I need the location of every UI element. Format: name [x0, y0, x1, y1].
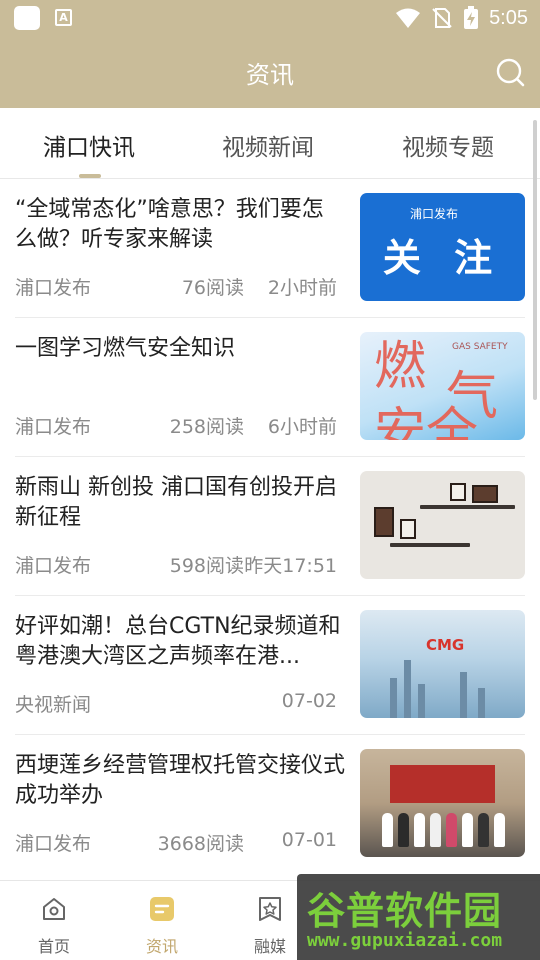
news-time: 2小时前 — [267, 277, 337, 299]
shelf-shape — [420, 505, 515, 509]
person-shape — [446, 813, 457, 847]
thumb-art: 燃 — [374, 337, 427, 397]
tab-bar: 浦口快讯 视频新闻 视频专题 — [0, 112, 540, 179]
search-icon[interactable] — [494, 56, 526, 88]
news-thumbnail — [360, 471, 525, 579]
status-bar: A 5:05 — [0, 0, 540, 36]
frame-shape — [472, 485, 498, 503]
news-title: 好评如潮！总台CGTN纪录频道和粤港澳大湾区之声频率在港... — [15, 614, 341, 669]
news-time: 07-01 — [281, 829, 337, 851]
building-shape — [478, 688, 485, 718]
news-item[interactable]: 新雨山 新创投 浦口国有创投开启新征程 浦口发布 598阅读 昨天17:51 — [0, 457, 540, 596]
person-shape — [398, 813, 409, 847]
banner-shape — [390, 765, 495, 803]
app-header: 资讯 — [0, 36, 540, 108]
frame-shape — [374, 507, 394, 537]
tab-active-indicator — [79, 174, 101, 178]
news-thumbnail: CMG — [360, 610, 525, 718]
clock: 5:05 — [489, 6, 528, 29]
news-time: 07-02 — [281, 690, 337, 712]
shelf-shape — [390, 543, 470, 547]
thumb-caption: GAS SAFETY — [452, 342, 508, 352]
page-title: 资讯 — [246, 61, 294, 89]
watermark-title: 谷普软件园 — [307, 889, 503, 933]
building-shape — [418, 684, 425, 718]
thumb-logo: 浦口发布 — [410, 207, 459, 221]
watermark-url: www.gupuxiazai.com — [307, 930, 503, 951]
news-read-count: 3668阅读 — [157, 833, 244, 855]
news-source: 浦口发布 — [15, 833, 92, 855]
news-item[interactable]: 好评如潮！总台CGTN纪录频道和粤港澳大湾区之声频率在港... 央视新闻 07-… — [0, 596, 540, 735]
home-icon — [43, 898, 65, 920]
person-shape — [430, 813, 441, 847]
app-notification-icon: A — [55, 9, 72, 26]
no-sim-icon — [432, 8, 452, 28]
building-shape — [460, 672, 467, 718]
news-item[interactable]: “全域常态化”啥意思？我们要怎么做？听专家来解读 浦口发布 76阅读 2小时前 … — [0, 179, 540, 318]
tab-video-topics[interactable]: 视频专题 — [402, 128, 494, 162]
news-time: 6小时前 — [267, 416, 337, 438]
person-shape — [478, 813, 489, 847]
nav-news[interactable]: 资讯 — [108, 881, 216, 960]
person-shape — [462, 813, 473, 847]
nav-label: 首页 — [37, 937, 70, 956]
person-shape — [382, 813, 393, 847]
news-item[interactable]: 一图学习燃气安全知识 浦口发布 258阅读 6小时前 燃 气 安全 GAS SA… — [0, 318, 540, 457]
tab-video-news[interactable]: 视频新闻 — [222, 128, 314, 162]
person-shape — [494, 813, 505, 847]
news-thumbnail: 燃 气 安全 GAS SAFETY — [360, 332, 525, 440]
news-title: 西埂莲乡经营管理权托管交接仪式成功举办 — [15, 753, 345, 808]
watermark: 谷普软件园 www.gupuxiazai.com — [297, 874, 540, 960]
news-source: 浦口发布 — [15, 277, 92, 299]
star-media-icon — [259, 897, 281, 921]
news-source: 浦口发布 — [15, 416, 92, 438]
news-source: 央视新闻 — [15, 694, 92, 716]
thumb-caption: 关 注 — [382, 236, 503, 280]
news-title: 一图学习燃气安全知识 — [15, 336, 236, 361]
frame-shape — [400, 519, 416, 539]
wifi-icon — [396, 8, 421, 28]
person-shape — [414, 813, 425, 847]
thumb-art: 安全 — [374, 403, 479, 440]
news-icon — [150, 897, 174, 921]
nav-label: 资讯 — [145, 937, 178, 956]
news-source: 浦口发布 — [15, 555, 92, 577]
frame-shape — [450, 483, 466, 501]
building-shape — [404, 660, 411, 718]
thumb-logo: CMG — [426, 636, 465, 654]
news-title: “全域常态化”啥意思？我们要怎么做？听专家来解读 — [15, 197, 324, 252]
tab-pukou-news[interactable]: 浦口快讯 — [43, 128, 135, 162]
news-title: 新雨山 新创投 浦口国有创投开启新征程 — [15, 475, 337, 530]
notification-icon — [14, 6, 40, 30]
news-read-count: 258阅读 — [169, 416, 244, 438]
news-item[interactable]: 西埂莲乡经营管理权托管交接仪式成功举办 浦口发布 3668阅读 07-01 — [0, 735, 540, 874]
nav-home[interactable]: 首页 — [0, 881, 108, 960]
scrollbar[interactable] — [533, 120, 537, 400]
news-thumbnail — [360, 749, 525, 857]
battery-charging-icon — [464, 6, 479, 29]
news-read-count: 598阅读 — [169, 555, 244, 577]
news-time: 昨天17:51 — [244, 555, 337, 577]
building-shape — [390, 678, 397, 718]
news-read-count: 76阅读 — [181, 277, 244, 299]
news-thumbnail: 浦口发布 关 注 — [360, 193, 525, 301]
status-indicators: 5:05 — [395, 5, 528, 31]
